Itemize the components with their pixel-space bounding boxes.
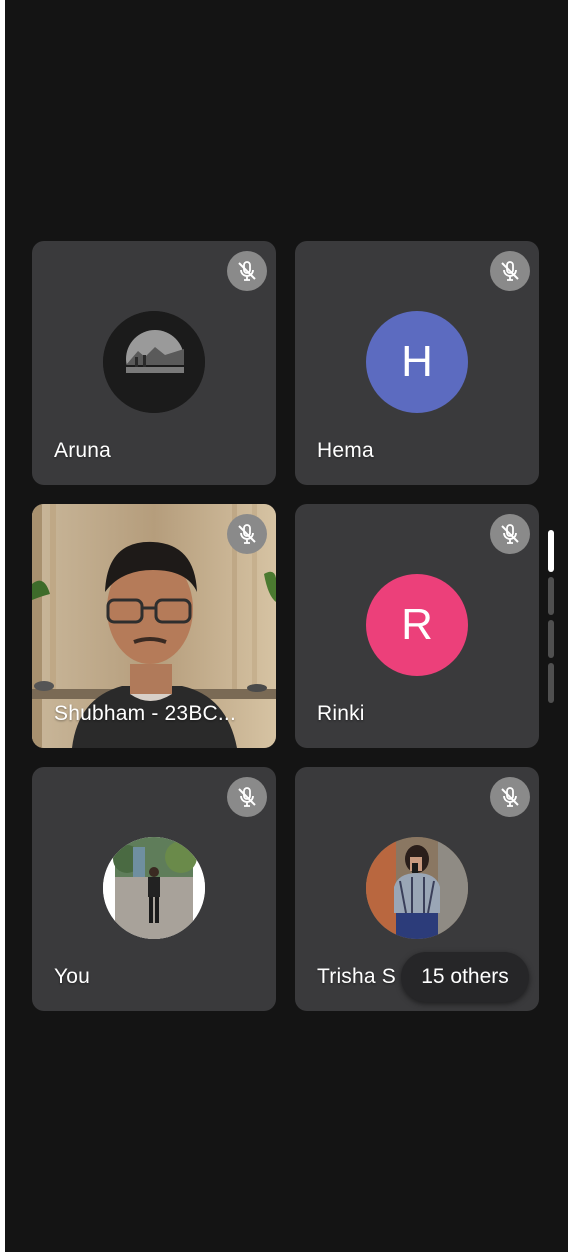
avatar: H bbox=[366, 311, 468, 413]
participant-name: Aruna bbox=[54, 439, 112, 462]
meeting-screen: Aruna H Hema Shubham - 23BC... R Rinki Y… bbox=[5, 0, 568, 1252]
avatar-letter: H bbox=[401, 337, 433, 386]
participant-name: Rinki bbox=[317, 702, 365, 725]
avatar bbox=[103, 311, 205, 413]
avatar-letter: R bbox=[401, 600, 433, 649]
avatar bbox=[366, 837, 468, 939]
mic-off-icon bbox=[490, 251, 530, 291]
avatar bbox=[103, 837, 205, 939]
participant-tile-rinki[interactable]: R Rinki bbox=[295, 504, 539, 748]
participant-tile-hema[interactable]: H Hema bbox=[295, 241, 539, 485]
mic-off-icon bbox=[227, 514, 267, 554]
participant-name: Hema bbox=[317, 439, 374, 462]
scroll-indicator-segment bbox=[548, 577, 554, 615]
participant-tile-aruna[interactable]: Aruna bbox=[32, 241, 276, 485]
participant-tile-shubham[interactable]: Shubham - 23BC... bbox=[32, 504, 276, 748]
participant-tile-you[interactable]: You bbox=[32, 767, 276, 1011]
mic-off-icon bbox=[490, 777, 530, 817]
mic-off-icon bbox=[227, 251, 267, 291]
mic-off-icon bbox=[227, 777, 267, 817]
participant-name: You bbox=[54, 965, 91, 988]
participant-name: Shubham - 23BC... bbox=[54, 702, 236, 725]
mic-off-icon bbox=[490, 514, 530, 554]
scroll-indicator-segment bbox=[548, 663, 554, 703]
scroll-indicator-segment bbox=[548, 620, 554, 658]
participant-name: Trisha S bbox=[317, 965, 397, 988]
avatar: R bbox=[366, 574, 468, 676]
others-participants-button[interactable]: 15 others bbox=[401, 952, 529, 1002]
scroll-indicator-active bbox=[548, 530, 554, 572]
